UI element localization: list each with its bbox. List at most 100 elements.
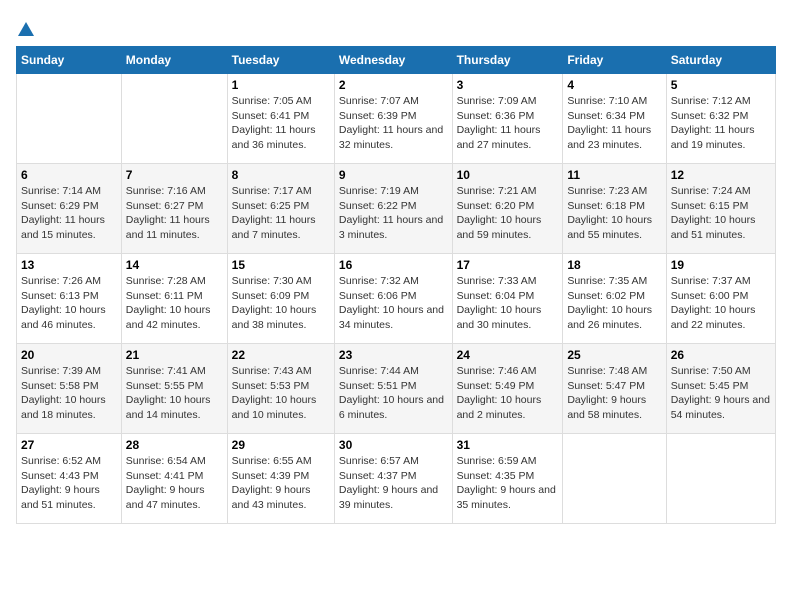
daylight-text: Daylight: 10 hours and 34 minutes. <box>339 304 444 331</box>
calendar-week-row: 1 Sunrise: 7:05 AM Sunset: 6:41 PM Dayli… <box>17 74 776 164</box>
daylight-text: Daylight: 9 hours and 47 minutes. <box>126 484 205 511</box>
daylight-text: Daylight: 10 hours and 6 minutes. <box>339 394 444 421</box>
calendar-cell: 2 Sunrise: 7:07 AM Sunset: 6:39 PM Dayli… <box>334 74 452 164</box>
day-number: 1 <box>232 78 330 92</box>
sunrise-text: Sunrise: 7:50 AM <box>671 365 751 377</box>
calendar-cell: 16 Sunrise: 7:32 AM Sunset: 6:06 PM Dayl… <box>334 254 452 344</box>
calendar-cell: 10 Sunrise: 7:21 AM Sunset: 6:20 PM Dayl… <box>452 164 563 254</box>
day-number: 28 <box>126 438 223 452</box>
day-number: 11 <box>567 168 661 182</box>
sunrise-text: Sunrise: 7:17 AM <box>232 185 312 197</box>
sunrise-text: Sunrise: 7:16 AM <box>126 185 206 197</box>
daylight-text: Daylight: 10 hours and 46 minutes. <box>21 304 106 331</box>
daylight-text: Daylight: 10 hours and 38 minutes. <box>232 304 317 331</box>
daylight-text: Daylight: 10 hours and 26 minutes. <box>567 304 652 331</box>
daylight-text: Daylight: 10 hours and 18 minutes. <box>21 394 106 421</box>
calendar-cell: 30 Sunrise: 6:57 AM Sunset: 4:37 PM Dayl… <box>334 434 452 524</box>
calendar-cell: 21 Sunrise: 7:41 AM Sunset: 5:55 PM Dayl… <box>121 344 227 434</box>
calendar-cell: 20 Sunrise: 7:39 AM Sunset: 5:58 PM Dayl… <box>17 344 122 434</box>
calendar-cell: 27 Sunrise: 6:52 AM Sunset: 4:43 PM Dayl… <box>17 434 122 524</box>
sunrise-text: Sunrise: 7:33 AM <box>457 275 537 287</box>
daylight-text: Daylight: 11 hours and 36 minutes. <box>232 124 316 151</box>
day-number: 14 <box>126 258 223 272</box>
daylight-text: Daylight: 11 hours and 7 minutes. <box>232 214 316 241</box>
sunset-text: Sunset: 5:55 PM <box>126 380 204 392</box>
sunset-text: Sunset: 6:41 PM <box>232 110 310 122</box>
sunset-text: Sunset: 6:00 PM <box>671 290 749 302</box>
day-number: 8 <box>232 168 330 182</box>
sunrise-text: Sunrise: 6:54 AM <box>126 455 206 467</box>
sunset-text: Sunset: 5:58 PM <box>21 380 99 392</box>
day-number: 3 <box>457 78 559 92</box>
sunset-text: Sunset: 6:15 PM <box>671 200 749 212</box>
sunrise-text: Sunrise: 7:37 AM <box>671 275 751 287</box>
daylight-text: Daylight: 11 hours and 15 minutes. <box>21 214 105 241</box>
sunrise-text: Sunrise: 6:59 AM <box>457 455 537 467</box>
sunrise-text: Sunrise: 7:14 AM <box>21 185 101 197</box>
sunset-text: Sunset: 4:41 PM <box>126 470 204 482</box>
calendar-week-row: 20 Sunrise: 7:39 AM Sunset: 5:58 PM Dayl… <box>17 344 776 434</box>
daylight-text: Daylight: 9 hours and 35 minutes. <box>457 484 556 511</box>
sunrise-text: Sunrise: 7:07 AM <box>339 95 419 107</box>
sunset-text: Sunset: 6:22 PM <box>339 200 417 212</box>
daylight-text: Daylight: 10 hours and 59 minutes. <box>457 214 542 241</box>
sunset-text: Sunset: 6:25 PM <box>232 200 310 212</box>
calendar-cell: 26 Sunrise: 7:50 AM Sunset: 5:45 PM Dayl… <box>666 344 775 434</box>
logo <box>16 16 35 38</box>
sunset-text: Sunset: 5:53 PM <box>232 380 310 392</box>
calendar-table: SundayMondayTuesdayWednesdayThursdayFrid… <box>16 46 776 524</box>
sunset-text: Sunset: 6:29 PM <box>21 200 99 212</box>
day-number: 30 <box>339 438 448 452</box>
day-number: 5 <box>671 78 771 92</box>
sunrise-text: Sunrise: 7:41 AM <box>126 365 206 377</box>
weekday-header: Tuesday <box>227 47 334 74</box>
calendar-cell <box>666 434 775 524</box>
sunset-text: Sunset: 6:36 PM <box>457 110 535 122</box>
calendar-cell: 3 Sunrise: 7:09 AM Sunset: 6:36 PM Dayli… <box>452 74 563 164</box>
calendar-cell: 19 Sunrise: 7:37 AM Sunset: 6:00 PM Dayl… <box>666 254 775 344</box>
sunrise-text: Sunrise: 7:19 AM <box>339 185 419 197</box>
sunrise-text: Sunrise: 7:26 AM <box>21 275 101 287</box>
sunrise-text: Sunrise: 7:10 AM <box>567 95 647 107</box>
day-number: 19 <box>671 258 771 272</box>
sunset-text: Sunset: 5:51 PM <box>339 380 417 392</box>
day-number: 2 <box>339 78 448 92</box>
weekday-header: Monday <box>121 47 227 74</box>
calendar-cell: 28 Sunrise: 6:54 AM Sunset: 4:41 PM Dayl… <box>121 434 227 524</box>
sunrise-text: Sunrise: 7:12 AM <box>671 95 751 107</box>
weekday-header: Saturday <box>666 47 775 74</box>
daylight-text: Daylight: 10 hours and 42 minutes. <box>126 304 211 331</box>
calendar-cell: 24 Sunrise: 7:46 AM Sunset: 5:49 PM Dayl… <box>452 344 563 434</box>
daylight-text: Daylight: 10 hours and 51 minutes. <box>671 214 756 241</box>
day-number: 26 <box>671 348 771 362</box>
sunrise-text: Sunrise: 7:09 AM <box>457 95 537 107</box>
calendar-cell: 23 Sunrise: 7:44 AM Sunset: 5:51 PM Dayl… <box>334 344 452 434</box>
sunrise-text: Sunrise: 7:43 AM <box>232 365 312 377</box>
sunset-text: Sunset: 6:04 PM <box>457 290 535 302</box>
calendar-cell: 1 Sunrise: 7:05 AM Sunset: 6:41 PM Dayli… <box>227 74 334 164</box>
sunset-text: Sunset: 4:39 PM <box>232 470 310 482</box>
day-number: 10 <box>457 168 559 182</box>
sunset-text: Sunset: 5:49 PM <box>457 380 535 392</box>
sunrise-text: Sunrise: 7:05 AM <box>232 95 312 107</box>
sunset-text: Sunset: 6:27 PM <box>126 200 204 212</box>
daylight-text: Daylight: 11 hours and 32 minutes. <box>339 124 443 151</box>
daylight-text: Daylight: 11 hours and 19 minutes. <box>671 124 755 151</box>
sunset-text: Sunset: 4:43 PM <box>21 470 99 482</box>
daylight-text: Daylight: 10 hours and 14 minutes. <box>126 394 211 421</box>
sunset-text: Sunset: 6:32 PM <box>671 110 749 122</box>
day-number: 4 <box>567 78 661 92</box>
daylight-text: Daylight: 10 hours and 2 minutes. <box>457 394 542 421</box>
weekday-header-row: SundayMondayTuesdayWednesdayThursdayFrid… <box>17 47 776 74</box>
day-number: 17 <box>457 258 559 272</box>
sunset-text: Sunset: 6:06 PM <box>339 290 417 302</box>
sunset-text: Sunset: 6:39 PM <box>339 110 417 122</box>
daylight-text: Daylight: 9 hours and 58 minutes. <box>567 394 646 421</box>
sunset-text: Sunset: 6:11 PM <box>126 290 203 302</box>
day-number: 15 <box>232 258 330 272</box>
calendar-week-row: 13 Sunrise: 7:26 AM Sunset: 6:13 PM Dayl… <box>17 254 776 344</box>
sunset-text: Sunset: 6:34 PM <box>567 110 645 122</box>
calendar-cell: 22 Sunrise: 7:43 AM Sunset: 5:53 PM Dayl… <box>227 344 334 434</box>
calendar-cell: 15 Sunrise: 7:30 AM Sunset: 6:09 PM Dayl… <box>227 254 334 344</box>
sunset-text: Sunset: 5:45 PM <box>671 380 749 392</box>
